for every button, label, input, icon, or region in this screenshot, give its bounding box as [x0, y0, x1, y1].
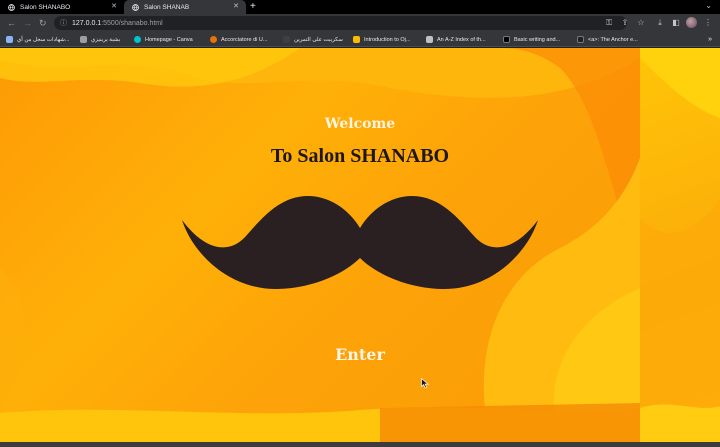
more-bookmarks-icon[interactable]: » [708, 32, 712, 47]
star-icon[interactable]: ☆ [635, 17, 647, 29]
bookmark-item[interactable]: Homepage - Canva [134, 32, 193, 47]
bookmark-label: بشبة برينيزي [91, 36, 121, 43]
bookmark-label: Accorciatore di U... [221, 36, 268, 43]
profile-avatar[interactable] [686, 17, 697, 28]
mouse-cursor-icon [421, 378, 429, 389]
welcome-heading: Welcome [324, 116, 396, 132]
bookmark-item[interactable]: بشبة برينيزي [80, 32, 120, 47]
bookmark-item[interactable]: An A-Z Index of th... [426, 32, 486, 47]
tab-salon-shanabo-1[interactable]: Salon SHANABO ✕ [0, 0, 124, 14]
bottom-edge [0, 442, 720, 447]
github-icon [503, 36, 510, 43]
tab-title: Salon SHANAB [144, 3, 190, 11]
tab-title: Salon SHANABO [20, 3, 71, 11]
back-arrow-icon[interactable]: ← [7, 16, 16, 30]
mdn-icon [577, 36, 584, 43]
background-waves [640, 48, 720, 442]
forward-arrow-icon[interactable]: → [23, 16, 32, 30]
url-path: :5500/shanabo.html [101, 19, 163, 27]
browser-toolbar: ← → ↻ ⓘ 127.0.0.1:5500/shanabo.html ⚿ ⇪ … [0, 14, 720, 32]
bookmark-label: An A-Z Index of th... [437, 36, 486, 43]
bookmark-label: Introduction to Oj... [364, 36, 411, 43]
close-tab-icon[interactable]: ✕ [233, 2, 239, 10]
info-icon[interactable]: ⓘ [60, 18, 67, 28]
bookmark-item[interactable]: <a>: The Anchor e... [577, 32, 638, 47]
download-icon[interactable]: ⤓ [654, 17, 666, 29]
key-icon[interactable]: ⚿ [603, 17, 615, 29]
bookmark-favicon-icon [80, 36, 87, 43]
canva-icon [134, 36, 141, 43]
page-background-overflow [640, 48, 720, 442]
reload-icon[interactable]: ↻ [39, 16, 47, 30]
share-icon[interactable]: ⇪ [619, 17, 631, 29]
bookmark-favicon-icon [210, 36, 217, 43]
new-tab-icon[interactable]: + [250, 0, 256, 13]
bookmark-label: سكريبت على التمرين [294, 36, 343, 43]
url-host: 127.0.0.1 [72, 19, 102, 27]
bookmark-item[interactable]: سكريبت على التمرين [283, 32, 343, 47]
tab-search-chevron-icon[interactable]: ⌄ [705, 1, 712, 10]
page-title: To Salon SHANABO [270, 145, 450, 167]
side-panel-icon[interactable]: ◧ [670, 17, 682, 29]
bookmark-favicon-icon [6, 36, 13, 43]
bookmarks-bar: شهادات سجل من أي... بشبة برينيزي Homepag… [0, 32, 720, 47]
bookmark-item[interactable]: Introduction to Oj... [353, 32, 410, 47]
page-viewport: Welcome To Salon SHANABO Enter [0, 48, 720, 442]
tab-salon-shanabo-2[interactable]: Salon SHANAB ✕ [124, 0, 246, 14]
bookmark-item[interactable]: Basic writing and... [503, 32, 560, 47]
bookmark-item[interactable]: شهادات سجل من أي... [6, 32, 69, 47]
bookmark-label: <a>: The Anchor e... [588, 36, 638, 43]
tab-strip: Salon SHANABO ✕ Salon SHANAB ✕ + ⌄ [0, 0, 720, 14]
globe-icon [8, 3, 15, 11]
close-tab-icon[interactable]: ✕ [111, 2, 117, 10]
address-bar[interactable]: ⓘ 127.0.0.1:5500/shanabo.html [54, 16, 627, 30]
bookmark-favicon-icon [283, 36, 290, 43]
mustache-logo [182, 196, 538, 290]
bookmark-favicon-icon [426, 36, 433, 43]
menu-kebab-icon[interactable]: ⋮ [702, 17, 714, 29]
bookmark-label: Homepage - Canva [145, 36, 193, 43]
enter-link[interactable]: Enter [330, 345, 390, 364]
bookmark-label: شهادات سجل من أي... [17, 36, 70, 43]
bookmark-favicon-icon [353, 36, 360, 43]
bookmark-label: Basic writing and... [514, 36, 561, 43]
globe-icon [132, 3, 139, 11]
bookmark-item[interactable]: Accorciatore di U... [210, 32, 267, 47]
